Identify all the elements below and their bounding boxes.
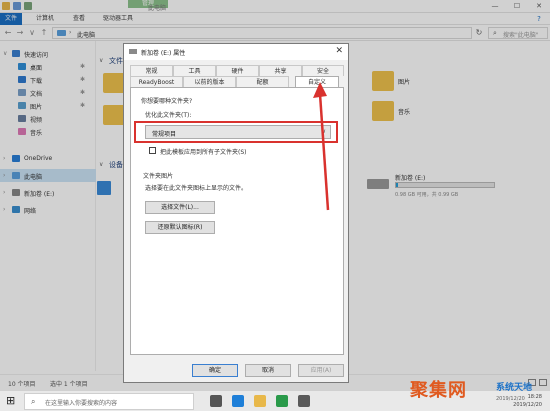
tab-tools[interactable]: 工具 — [173, 65, 216, 76]
cancel-button[interactable]: 取消 — [245, 364, 291, 377]
dialog-tabs-row-1: 常规 工具 硬件 共享 安全 — [130, 65, 344, 76]
search-icon: ⌕ — [31, 397, 36, 406]
folder-pictures-description: 选择要在此文件夹图标上显示的文件。 — [145, 185, 248, 192]
apply-subfolders-label[interactable]: 把此模板应用到所有子文件夹(S) — [160, 147, 247, 156]
tab-quota[interactable]: 配额 — [236, 76, 289, 87]
start-button[interactable]: ⊞ — [6, 395, 15, 407]
tab-general[interactable]: 常规 — [130, 65, 173, 76]
watermark-site: 系统天地 — [496, 383, 533, 393]
watermark-date: 2019/12/20 — [496, 396, 525, 402]
ok-button[interactable]: 确定 — [192, 364, 238, 377]
folder-type-question: 你想要哪种文件夹? — [141, 98, 193, 105]
edge-icon[interactable] — [232, 395, 244, 407]
store-icon[interactable] — [298, 395, 310, 407]
annotation-arrow — [313, 82, 330, 211]
app-icon[interactable] — [276, 395, 288, 407]
restore-default-button[interactable]: 还原默认图标(R) — [145, 221, 215, 234]
task-view-icon[interactable] — [210, 395, 222, 407]
tab-previous-versions[interactable]: 以前的版本 — [183, 76, 236, 87]
optimize-label: 优化此文件夹(T): — [145, 112, 192, 119]
dialog-title: 新加卷 (E:) 属性 — [141, 50, 186, 57]
folder-pictures-label: 文件夹图片 — [143, 173, 174, 180]
watermark-brand: 聚集网 — [410, 380, 467, 401]
tab-security[interactable]: 安全 — [302, 65, 344, 76]
file-explorer-icon[interactable] — [254, 395, 266, 407]
tab-sharing[interactable]: 共享 — [259, 65, 302, 76]
watermark-logo: 聚集网 系统天地 2019/12/20 — [410, 372, 550, 408]
drive-icon — [129, 49, 137, 54]
taskbar-search-input[interactable]: ⌕ 在这里输入你要搜索的内容 — [24, 393, 194, 410]
tab-readyboost[interactable]: ReadyBoost — [130, 76, 183, 87]
apply-button[interactable]: 应用(A) — [298, 364, 344, 377]
taskbar-search-placeholder: 在这里输入你要搜索的内容 — [45, 400, 118, 407]
dialog-title-bar: 新加卷 (E:) 属性 ✕ — [124, 44, 348, 60]
tab-hardware[interactable]: 硬件 — [216, 65, 259, 76]
dialog-close-button[interactable]: ✕ — [335, 46, 343, 56]
apply-subfolders-checkbox[interactable] — [149, 147, 156, 154]
choose-file-button[interactable]: 选择文件(L)... — [145, 201, 215, 214]
